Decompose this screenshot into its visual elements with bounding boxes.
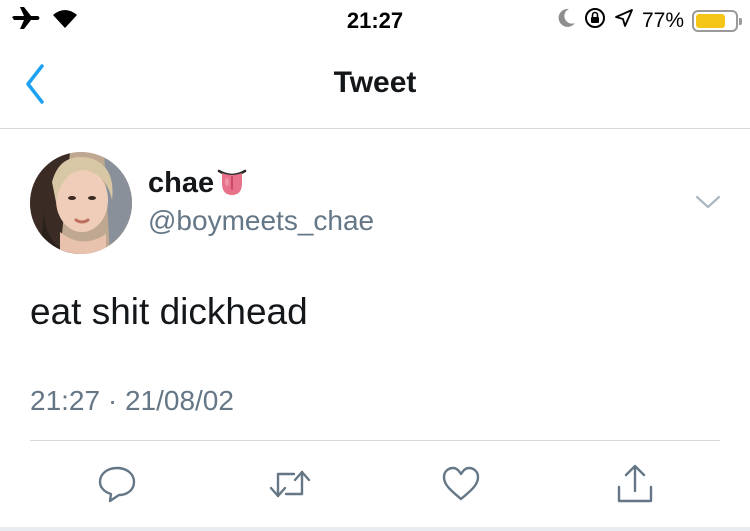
tweet-timestamp[interactable]: 21:27 · 21/08/02 (30, 385, 234, 417)
status-bar: 21:27 77% (0, 0, 750, 40)
avatar[interactable] (30, 152, 132, 254)
reply-button[interactable] (89, 458, 145, 514)
like-icon (441, 465, 481, 508)
moon-icon (558, 8, 576, 33)
battery-level (696, 13, 726, 28)
action-bar (0, 458, 750, 514)
user-handle[interactable]: @boymeets_chae (148, 205, 374, 237)
battery-percent: 77% (641, 8, 684, 32)
display-name-row: chae (148, 165, 248, 202)
status-right: 77% (558, 7, 742, 34)
retweet-icon (268, 466, 312, 507)
more-options-button[interactable] (693, 190, 723, 214)
reply-icon (97, 464, 137, 509)
battery-icon (692, 9, 742, 32)
nav-bar: Tweet (0, 40, 750, 129)
share-button[interactable] (607, 458, 663, 514)
display-name[interactable]: chae (148, 167, 214, 200)
tongue-emoji (216, 165, 248, 202)
battery-cap (739, 17, 742, 25)
page-title: Tweet (333, 66, 417, 99)
like-button[interactable] (433, 458, 489, 514)
share-icon (615, 463, 655, 510)
bottom-divider (0, 527, 750, 531)
chevron-down-icon (693, 195, 723, 218)
location-icon (614, 8, 634, 33)
retweet-button[interactable] (262, 458, 318, 514)
tweet-text: eat shit dickhead (30, 291, 308, 332)
divider (30, 440, 720, 441)
rotation-lock-icon (584, 7, 606, 34)
